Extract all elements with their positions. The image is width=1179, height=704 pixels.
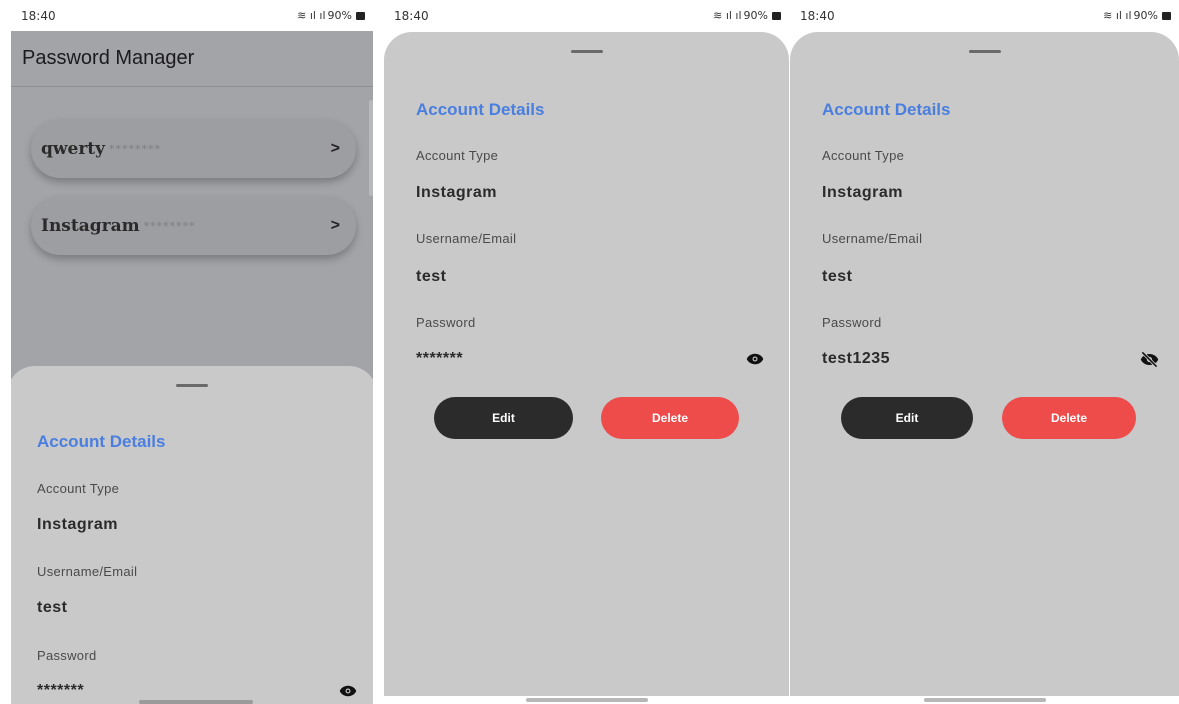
screen-list-with-sheet: 18:40 ≋ ıl ıl 90% Password Manager qwert…: [11, 0, 373, 704]
status-bar: 18:40 ≋ ıl ıl 90%: [384, 0, 789, 31]
status-icons: ≋ ıl ıl 90%: [1103, 9, 1171, 22]
chevron-right-icon: >: [330, 217, 340, 234]
account-list-item[interactable]: qwerty ******** >: [31, 120, 356, 178]
password-value: *******: [37, 682, 85, 699]
username-value: test: [416, 268, 447, 285]
account-password-mask: ********: [143, 219, 196, 233]
sheet-drag-handle[interactable]: [570, 50, 603, 53]
sheet-title: Account Details: [822, 100, 951, 119]
battery-percent: 90%: [743, 9, 768, 22]
status-time: 18:40: [800, 8, 835, 23]
battery-percent: 90%: [1133, 9, 1158, 22]
account-password-mask: ********: [109, 142, 162, 156]
account-type-label: Account Type: [822, 148, 905, 163]
password-label: Password: [822, 315, 882, 330]
chevron-right-icon: >: [330, 140, 340, 157]
navigation-bar: [790, 696, 1179, 704]
battery-percent: 90%: [327, 9, 352, 22]
status-bar: 18:40 ≋ ıl ıl 90%: [790, 0, 1179, 31]
account-type-label: Account Type: [37, 481, 120, 496]
delete-button[interactable]: Delete: [1002, 397, 1136, 439]
wifi-icon: ≋ ıl ıl: [713, 9, 742, 22]
gesture-bar: [525, 698, 648, 702]
gesture-bar: [139, 700, 253, 704]
username-label: Username/Email: [822, 231, 923, 246]
username-value: test: [822, 268, 853, 285]
edit-button[interactable]: Edit: [841, 397, 973, 439]
account-details-sheet: Account Details Account Type Instagram U…: [384, 32, 789, 696]
username-value: test: [37, 599, 68, 616]
wifi-icon: ≋ ıl ıl: [1103, 9, 1132, 22]
status-time: 18:40: [394, 8, 429, 23]
account-type-value: Instagram: [822, 184, 903, 201]
status-bar: 18:40 ≋ ıl ıl 90%: [11, 0, 373, 31]
username-label: Username/Email: [37, 564, 138, 579]
battery-icon: [1162, 11, 1171, 20]
account-type-value: Instagram: [37, 516, 118, 533]
password-value: *******: [416, 350, 464, 367]
account-name: Instagram: [41, 216, 140, 236]
delete-button[interactable]: Delete: [601, 397, 739, 439]
scrollbar[interactable]: [369, 100, 373, 196]
status-icons: ≋ ıl ıl 90%: [713, 9, 781, 22]
app-bar: Password Manager: [11, 31, 373, 87]
password-label: Password: [416, 315, 476, 330]
account-details-sheet: Account Details Account Type Instagram U…: [790, 32, 1179, 696]
battery-icon: [772, 11, 781, 20]
screen-details-hidden: 18:40 ≋ ıl ıl 90% Account Details Accoun…: [384, 0, 789, 704]
password-label: Password: [37, 648, 97, 663]
account-type-label: Account Type: [416, 148, 499, 163]
eye-off-icon[interactable]: [1140, 351, 1159, 368]
battery-icon: [356, 11, 365, 20]
app-title: Password Manager: [22, 47, 195, 69]
status-time: 18:40: [21, 8, 56, 23]
navigation-bar: [384, 696, 789, 704]
edit-button[interactable]: Edit: [434, 397, 573, 439]
wifi-icon: ≋ ıl ıl: [297, 9, 326, 22]
account-type-value: Instagram: [416, 184, 497, 201]
username-label: Username/Email: [416, 231, 517, 246]
account-name: qwerty: [41, 139, 106, 159]
account-details-sheet: Account Details Account Type Instagram U…: [11, 366, 373, 704]
sheet-title: Account Details: [416, 100, 545, 119]
account-list-item[interactable]: Instagram ******** >: [31, 197, 356, 255]
sheet-drag-handle[interactable]: [176, 384, 208, 387]
password-value: test1235: [822, 350, 891, 367]
eye-icon[interactable]: [746, 352, 764, 366]
gesture-bar: [923, 698, 1046, 702]
screen-details-revealed: 18:40 ≋ ıl ıl 90% Account Details Accoun…: [790, 0, 1179, 704]
sheet-title: Account Details: [37, 432, 166, 451]
eye-icon[interactable]: [339, 684, 357, 698]
sheet-drag-handle[interactable]: [968, 50, 1001, 53]
status-icons: ≋ ıl ıl 90%: [297, 9, 365, 22]
